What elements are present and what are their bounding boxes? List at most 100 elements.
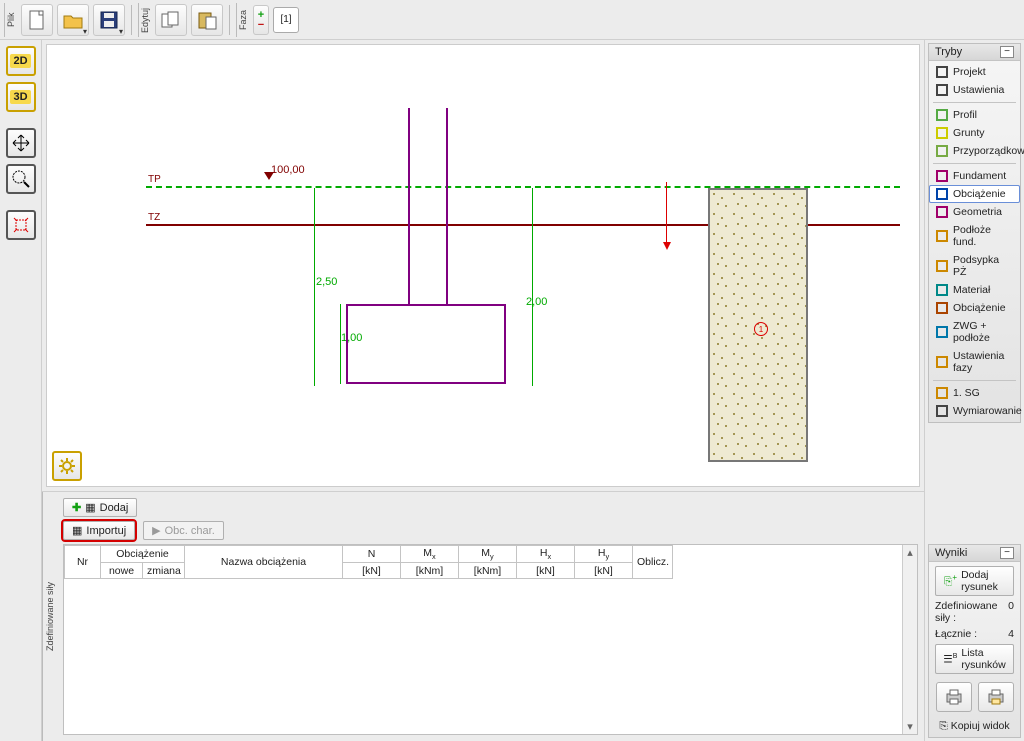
import-button[interactable]: ▦ Importuj [63,521,135,540]
2d-icon: 2D [10,54,30,68]
tree-item-geometria[interactable]: Geometria [929,203,1020,221]
foundation-rect [346,304,506,384]
extents-button[interactable] [6,210,36,240]
th-nr[interactable]: Nr [65,546,101,579]
tree-item-pod-o-e-fund-[interactable]: Podłoże fund. [929,221,1020,251]
th-hy[interactable]: Hy [575,546,633,563]
print-button-1[interactable] [936,682,972,712]
phase-tab-1[interactable]: [1] [273,7,299,33]
list-icon: ☰B [943,653,957,666]
tree-item-ustawienia[interactable]: Ustawienia [929,81,1020,99]
left-toolbar: 2D 3D [0,40,42,741]
tree-item-zwg-pod-o-e[interactable]: ZWG + podłoże [929,317,1020,347]
th-n[interactable]: N [343,546,401,563]
th-obc-zmiana[interactable]: zmiana [143,563,185,579]
tree-item-podsypka-p-[interactable]: Podsypka PŻ [929,251,1020,281]
th-obc-nowe[interactable]: nowe [101,563,143,579]
drawing-list-label: Lista rysunków [961,647,1005,671]
tree-item-label: Ustawienia fazy [953,350,1013,374]
drawing-canvas[interactable]: TP TZ 100,00 2,50 1,00 2,00 1 [46,44,920,487]
stat-total-value: 4 [1008,628,1014,640]
tree-item-fundament[interactable]: Fundament [929,167,1020,185]
gear-icon [936,84,948,96]
podsypka-icon [936,260,948,272]
top-toolbar: Plik ▾ ▾ Edytuj Faza + − [1] [0,0,1024,40]
collapse-icon[interactable]: − [1000,547,1014,559]
copy-button[interactable] [155,4,187,36]
column-line-1 [408,108,410,306]
geom-icon [936,206,948,218]
th-my[interactable]: My [459,546,517,563]
save-file-button[interactable]: ▾ [93,4,125,36]
tree-item-obci-enie[interactable]: Obciążenie [929,185,1020,203]
load-icon [936,188,948,200]
podloze-icon [936,230,948,242]
material-icon [936,284,948,296]
tree-item-grunty[interactable]: Grunty [929,124,1020,142]
add-drawing-label: Dodaj rysunek [961,569,1005,593]
view-2d-button[interactable]: 2D [6,46,36,76]
dim-100: 100,00 [271,164,305,176]
th-mx-unit: [kNm] [401,563,459,579]
play-icon: ▶ [152,524,160,537]
tree-item-wymiarowanie[interactable]: Wymiarowanie [929,402,1020,420]
phase-add-remove[interactable]: + − [253,5,269,35]
th-hx[interactable]: Hx [517,546,575,563]
label-tp: TP [148,174,161,185]
dim-guide-3 [532,188,533,386]
loads-table-wrap: Nr Obciążenie Nazwa obciążenia N Mx My H… [63,544,918,735]
add-drawing-button[interactable]: ⎘+ Dodaj rysunek [935,566,1014,596]
tree-item-profil[interactable]: Profil [929,106,1020,124]
print-button-2[interactable] [978,682,1014,712]
zwg-icon [936,326,948,338]
tree-item-label: Przyporządkow. [953,145,1024,157]
dim-250: 2,50 [316,276,337,288]
open-file-button[interactable]: ▾ [57,4,89,36]
loads-table[interactable]: Nr Obciążenie Nazwa obciążenia N Mx My H… [64,545,673,579]
th-oblicz[interactable]: Oblicz. [633,546,673,579]
tree-item-projekt[interactable]: Projekt [929,63,1020,81]
drawing-list-button[interactable]: ☰B Lista rysunków [935,644,1014,674]
th-mx[interactable]: Mx [401,546,459,563]
tree-item-ustawienia-fazy[interactable]: Ustawienia fazy [929,347,1020,377]
add-load-button[interactable]: ✚ ▦ Dodaj [63,498,137,517]
load2-icon [936,302,948,314]
stat-defined-forces-label: Zdefiniowane siły : [935,600,1008,624]
vert-label-plik: Plik [4,3,17,37]
minus-icon: − [258,20,264,30]
tree-item-label: Fundament [953,170,1006,182]
profile-icon [936,109,948,121]
tree-item-1-sg[interactable]: 1. SG [929,384,1020,402]
tree-item-materia-[interactable]: Materiał [929,281,1020,299]
th-obc[interactable]: Obciążenie [101,546,185,563]
tree-item-obci-enie[interactable]: Obciążenie [929,299,1020,317]
tree-item-label: Ustawienia [953,84,1004,96]
tree-item-przyporz-dkow-[interactable]: Przyporządkow. [929,142,1020,160]
wyniki-panel: Wyniki − ⎘+ Dodaj rysunek Zdefiniowane s… [928,544,1021,738]
printer-color-icon [985,688,1007,706]
stat-defined-forces-value: 0 [1008,600,1014,624]
th-hy-unit: [kN] [575,563,633,579]
magnifier-icon [11,169,31,189]
ufazy-icon [936,356,948,368]
copy-view-link[interactable]: ⎘ Kopiuj widok [935,720,1014,733]
tryby-panel: Tryby − ProjektUstawieniaProfilGruntyPrz… [928,43,1021,423]
new-file-button[interactable] [21,4,53,36]
pan-button[interactable] [6,128,36,158]
scroll-down-icon[interactable]: ▾ [903,719,917,734]
tree-item-label: Geometria [953,206,1002,218]
tree-item-label: Materiał [953,284,990,296]
copy-pages-icon: ⎘ [939,720,947,732]
canvas-settings-button[interactable] [52,451,82,481]
tryby-header: Tryby − [929,44,1020,61]
extents-icon [11,215,31,235]
th-nazwa[interactable]: Nazwa obciążenia [185,546,343,579]
zoom-button[interactable] [6,164,36,194]
table-scrollbar[interactable]: ▴ ▾ [902,545,917,734]
paste-button[interactable] [191,4,223,36]
dim-200: 2,00 [526,296,547,308]
scroll-up-icon[interactable]: ▴ [903,545,917,560]
view-3d-button[interactable]: 3D [6,82,36,112]
collapse-icon[interactable]: − [1000,46,1014,58]
soil-marker-1: 1 [754,322,768,336]
